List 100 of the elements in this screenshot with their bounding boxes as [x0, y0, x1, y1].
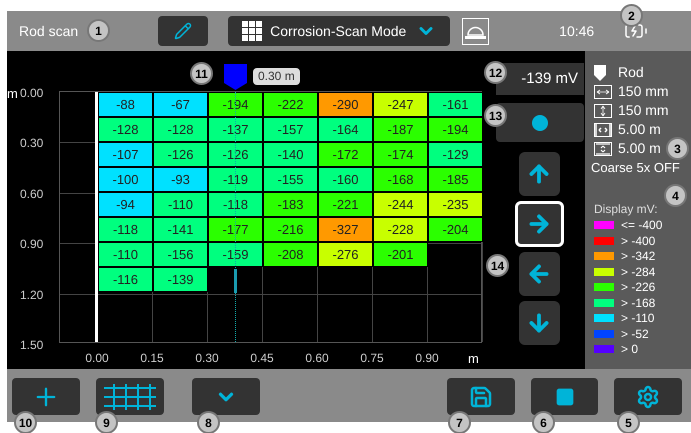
- grid-button[interactable]: [96, 378, 164, 415]
- legend-label: > -52: [621, 326, 649, 343]
- stop-button[interactable]: [531, 378, 598, 415]
- callout-number: 5: [617, 411, 640, 433]
- heatmap-cell: -116: [98, 267, 153, 292]
- position-marker[interactable]: [224, 64, 247, 90]
- dimension-value: 150 mm: [618, 101, 669, 120]
- heatmap-cell: -201: [373, 242, 428, 267]
- legend-title: Display mV:: [594, 200, 658, 218]
- x-tick-label: 0.00: [84, 350, 110, 367]
- heatmap-cell: -110: [153, 192, 208, 217]
- coarse-setting: Coarse 5x OFF: [591, 159, 681, 177]
- heatmap-cell: -194: [208, 92, 263, 117]
- heatmap-cell: -164: [318, 117, 373, 142]
- heatmap-cell: -128: [98, 117, 153, 142]
- heatmap-cell: -156: [153, 242, 208, 267]
- heatmap-cell: -107: [98, 142, 153, 167]
- heatmap-cell: -168: [373, 167, 428, 192]
- heatmap-cell: -235: [428, 192, 483, 217]
- heatmap-cell: -183: [263, 192, 318, 217]
- legend-label: > -400: [621, 232, 656, 250]
- edit-button[interactable]: [158, 16, 208, 46]
- y-tick-label: 0.00: [20, 85, 44, 102]
- save-button[interactable]: [447, 378, 515, 415]
- heatmap-cell: -93: [153, 167, 208, 192]
- up-arrow-button[interactable]: [518, 152, 560, 196]
- dimension-value: 150 mm: [618, 82, 669, 101]
- heatmap-cell: -94: [98, 192, 153, 217]
- legend-label: > -284: [621, 264, 656, 281]
- clock: 10:46: [559, 22, 594, 40]
- callout-number: 7: [448, 411, 471, 433]
- x-tick-label: 0.75: [359, 350, 385, 367]
- heatmap-cell: -141: [153, 217, 208, 242]
- left-arrow-button[interactable]: [518, 252, 560, 296]
- heatmap-cell: -126: [208, 142, 263, 167]
- pencil-icon: [174, 22, 192, 40]
- scanner-icon[interactable]: [462, 18, 490, 44]
- x-axis-unit: m: [468, 350, 479, 368]
- heatmap-cell: -119: [208, 167, 263, 192]
- callout-number: 2: [620, 4, 643, 27]
- heatmap-cell: -194: [428, 117, 483, 142]
- dimension-value: 5.00 m: [618, 139, 661, 158]
- add-button[interactable]: [12, 378, 80, 415]
- heatmap-cell: -110: [98, 242, 153, 267]
- y-tick-label: 0.90: [20, 236, 44, 254]
- cursor-line: [234, 269, 237, 293]
- position-label: 0.30 m: [253, 68, 300, 85]
- heatmap-cell: -155: [263, 167, 318, 192]
- heatmap-cell: -139: [153, 267, 208, 292]
- heatmap-cell: -118: [98, 217, 153, 242]
- depth-dimension-icon: [594, 142, 612, 156]
- heatmap-cell: -216: [263, 217, 318, 242]
- heatmap-cell: -208: [263, 242, 318, 267]
- dimension-value: 5.00 m: [618, 120, 661, 139]
- heatmap-cell: -118: [208, 192, 263, 217]
- callout-number: 10: [14, 411, 37, 433]
- x-tick-label: 0.45: [249, 350, 275, 367]
- legend-label: > -226: [621, 279, 656, 296]
- heatmap-cell: -247: [373, 92, 428, 117]
- grid-lines-icon: [104, 384, 156, 410]
- heatmap-cell: -276: [318, 242, 373, 267]
- callout-number: 8: [197, 411, 220, 433]
- legend-label: > -342: [621, 248, 656, 266]
- legend-label: > -110: [621, 310, 654, 328]
- heatmap-cell: -88: [98, 92, 153, 117]
- y-tick-label: 0.30: [20, 135, 44, 152]
- height-dimension-icon: [594, 104, 612, 118]
- width-dimension-icon: [594, 84, 612, 98]
- y-tick-label: 0.60: [20, 186, 44, 203]
- x-tick-label: 0.15: [139, 350, 165, 367]
- expand-button[interactable]: [192, 378, 260, 415]
- square-icon: [554, 386, 574, 406]
- heatmap-cell: -157: [263, 117, 318, 142]
- heatmap-cell: -221: [318, 192, 373, 217]
- legend-label: > -168: [621, 294, 656, 312]
- heatmap-cell: -174: [373, 142, 428, 167]
- heatmap-cell: -327: [318, 217, 373, 242]
- heatmap-cell: -137: [208, 117, 263, 142]
- y-tick-label: 1.50: [20, 337, 44, 354]
- heatmap-cell: -128: [153, 117, 208, 142]
- settings-icon: [636, 384, 660, 408]
- heatmap-cell: -290: [318, 92, 373, 117]
- heatmap-cell: -172: [318, 142, 373, 167]
- heatmap-cell: -187: [373, 117, 428, 142]
- heatmap-cell: -129: [428, 142, 483, 167]
- heatmap-cell: -204: [428, 217, 483, 242]
- screen-title: Rod scan: [19, 22, 78, 40]
- legend-label: <= -400: [621, 217, 662, 234]
- down-arrow-button[interactable]: [518, 301, 560, 345]
- heatmap-cell: -67: [153, 92, 208, 117]
- heatmap-cell: -228: [373, 217, 428, 242]
- y-tick-label: 1.20: [20, 286, 44, 304]
- x-tick-label: 0.90: [414, 350, 440, 367]
- settings-button[interactable]: [614, 378, 682, 415]
- probe-type: Rod: [618, 63, 644, 82]
- length-dimension-icon: [594, 122, 612, 136]
- right-arrow-button[interactable]: [514, 201, 564, 247]
- grid-icon: [242, 21, 262, 41]
- x-tick-label: 0.30: [194, 350, 220, 367]
- mode-dropdown[interactable]: Corrosion-Scan Mode: [228, 16, 450, 46]
